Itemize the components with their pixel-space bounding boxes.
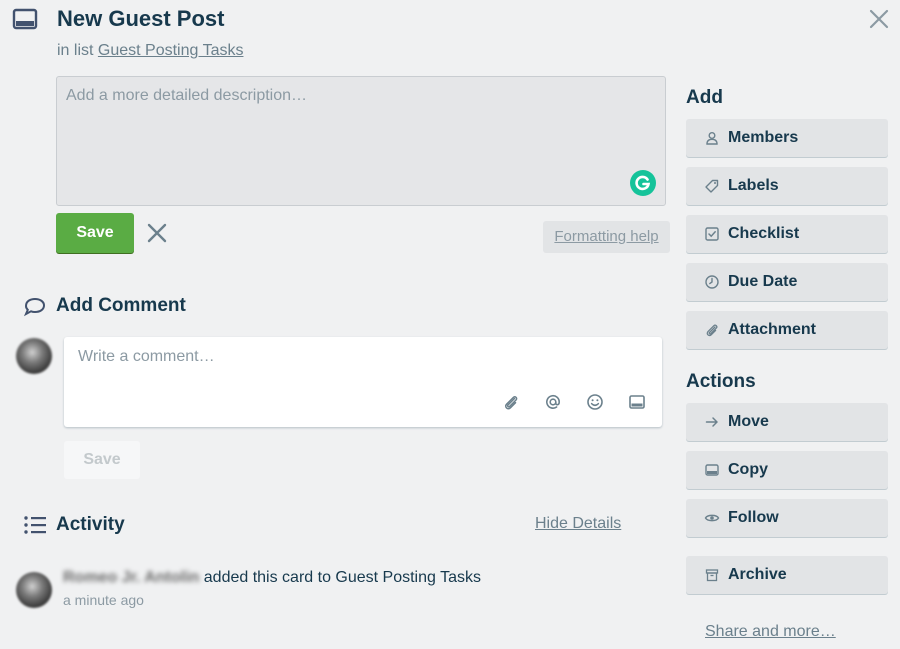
description-input[interactable] — [57, 77, 665, 205]
share-and-more-link[interactable]: Share and more… — [705, 623, 836, 641]
save-description-button[interactable]: Save — [56, 213, 134, 253]
copy-label: Copy — [728, 461, 768, 478]
members-button[interactable]: Members — [686, 119, 888, 157]
arrow-right-icon — [704, 414, 720, 430]
archive-icon — [704, 567, 720, 583]
labels-label: Labels — [728, 177, 779, 194]
activity-avatar — [16, 572, 52, 608]
attachment-label: Attachment — [728, 321, 817, 338]
labels-button[interactable]: Labels — [686, 167, 888, 205]
close-icon[interactable] — [868, 8, 890, 30]
activity-user[interactable]: Romeo Jr. Antolin — [63, 569, 199, 586]
cancel-edit-icon[interactable] — [146, 222, 168, 244]
move-label: Move — [728, 413, 769, 430]
comment-input[interactable] — [76, 347, 640, 367]
card-title[interactable]: New Guest Post — [57, 6, 224, 32]
hide-details-link[interactable]: Hide Details — [535, 515, 621, 533]
attachment-button[interactable]: Attachment — [686, 311, 888, 349]
add-card-icon[interactable] — [628, 393, 646, 411]
attachment-icon[interactable] — [502, 393, 520, 411]
person-icon — [704, 130, 720, 146]
follow-label: Follow — [728, 509, 779, 526]
members-label: Members — [728, 129, 799, 146]
eye-icon — [704, 510, 720, 526]
activity-title: Activity — [56, 514, 125, 535]
add-section-title: Add — [686, 87, 723, 108]
move-button[interactable]: Move — [686, 403, 888, 441]
copy-card-icon — [704, 462, 720, 478]
tag-icon — [704, 178, 720, 194]
activity-icon — [22, 514, 48, 536]
checklist-label: Checklist — [728, 225, 800, 242]
actions-section-title: Actions — [686, 371, 756, 392]
grammarly-icon[interactable] — [630, 170, 656, 196]
mention-icon[interactable] — [544, 393, 562, 411]
comment-icon — [22, 296, 48, 318]
activity-entry: Romeo Jr. Antolin added this card to Gue… — [63, 569, 481, 587]
list-name-link[interactable]: Guest Posting Tasks — [98, 42, 244, 59]
follow-button[interactable]: Follow — [686, 499, 888, 537]
emoji-icon[interactable] — [586, 393, 604, 411]
checklist-button[interactable]: Checklist — [686, 215, 888, 253]
due-date-label: Due Date — [728, 273, 798, 290]
in-list-text: in list Guest Posting Tasks — [57, 42, 243, 60]
archive-label: Archive — [728, 566, 787, 583]
formatting-help-button[interactable]: Formatting help — [543, 221, 670, 253]
paperclip-icon — [704, 322, 720, 338]
due-date-button[interactable]: Due Date — [686, 263, 888, 301]
in-list-prefix: in list — [57, 42, 94, 59]
clock-icon — [704, 274, 720, 290]
card-icon — [12, 7, 38, 31]
comment-box[interactable] — [64, 337, 662, 427]
activity-action: added this card to Guest Posting Tasks — [203, 569, 481, 586]
save-comment-button[interactable]: Save — [64, 441, 140, 479]
add-comment-title: Add Comment — [56, 295, 186, 316]
copy-button[interactable]: Copy — [686, 451, 888, 489]
activity-time[interactable]: a minute ago — [63, 592, 144, 608]
avatar — [16, 338, 52, 374]
description-box[interactable] — [56, 76, 666, 206]
archive-button[interactable]: Archive — [686, 556, 888, 594]
checkbox-icon — [704, 226, 720, 242]
